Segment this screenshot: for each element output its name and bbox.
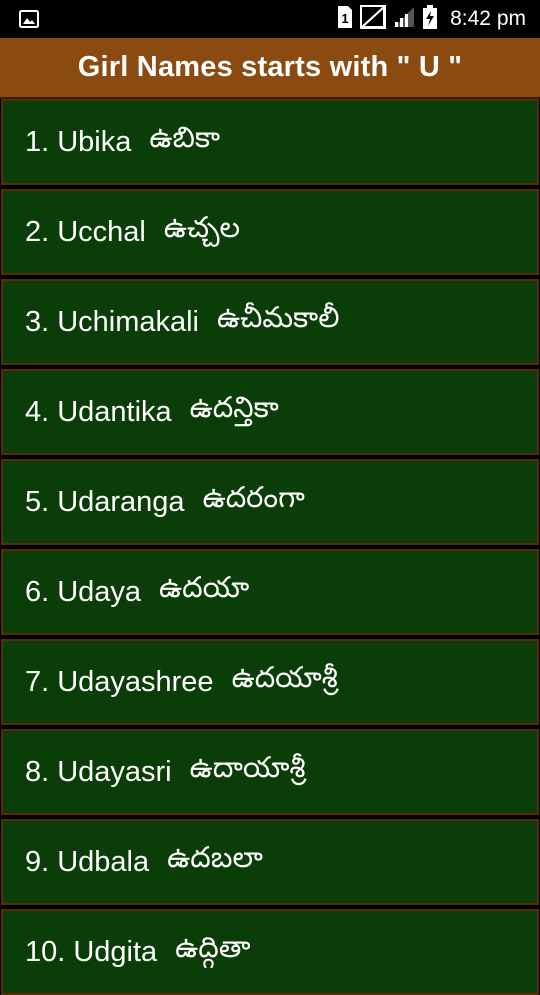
item-telugu-name: ఉచ్చల [163,212,241,244]
list-item[interactable]: 4. Udantika ఉదన్తికా [1,369,539,455]
item-english-name: Udgita [73,935,158,968]
no-signal-icon [359,4,387,34]
item-telugu-name: ఉదయా [159,572,250,604]
item-number: 10. [25,935,66,968]
item-english-name: Udaya [57,575,142,608]
item-number: 6. [25,575,50,608]
svg-text:1: 1 [341,11,348,26]
item-english-name: Ucchal [57,215,146,248]
item-telugu-name: ఉచీమకాలీ [217,302,340,334]
list-item[interactable]: 9. Udbala ఉదబలా [1,819,539,905]
item-english-name: Udantika [57,395,172,428]
item-english-name: Udbala [57,845,150,878]
list-item[interactable]: 1. Ubika ఉబికా [1,99,539,185]
page-title: Girl Names starts with " U " [77,51,463,83]
status-icons: 1 8:42 pm [336,0,526,38]
item-number: 3. [25,305,50,338]
item-number: 5. [25,485,50,518]
item-english-name: Uchimakali [57,305,200,338]
list-item[interactable]: 2. Ucchal ఉచ్చల [1,189,539,275]
item-english-name: Udayashree [57,665,214,698]
list-item[interactable]: 5. Udaranga ఉదరంగా [1,459,539,545]
item-number: 9. [25,845,50,878]
item-number: 2. [25,215,50,248]
item-number: 1. [25,125,50,158]
list-item[interactable]: 3. Uchimakali ఉచీమకాలీ [1,279,539,365]
item-telugu-name: ఉదబలా [167,842,263,874]
title-bar: Girl Names starts with " U " [0,38,540,99]
image-icon [18,8,40,30]
list-item[interactable]: 7. Udayashree ఉదయాశ్రీ [1,639,539,725]
list-item[interactable]: 6. Udaya ఉదయా [1,549,539,635]
list-item[interactable]: 8. Udayasri ఉదాయాశ్రీ [1,729,539,815]
item-telugu-name: ఉదన్తికా [189,392,279,424]
item-number: 4. [25,395,50,428]
item-telugu-name: ఉదాయాశ్రీ [189,752,306,784]
battery-charging-icon [422,4,438,35]
item-telugu-name: ఉబికా [149,122,220,154]
status-bar: 1 8:42 pm [0,0,540,38]
item-telugu-name: ఉదయాశ్రీ [231,662,338,694]
item-number: 7. [25,665,50,698]
signal-icon [392,5,416,34]
item-english-name: Udayasri [57,755,172,788]
item-english-name: Udaranga [57,485,185,518]
item-number: 8. [25,755,50,788]
item-english-name: Ubika [57,125,132,158]
clock: 8:42 pm [450,7,526,30]
item-telugu-name: ఉద్గితా [175,932,251,964]
list-item[interactable]: 10. Udgita ఉద్గితా [1,909,539,995]
item-telugu-name: ఉదరంగా [202,482,305,514]
sim-card-icon: 1 [336,5,354,34]
